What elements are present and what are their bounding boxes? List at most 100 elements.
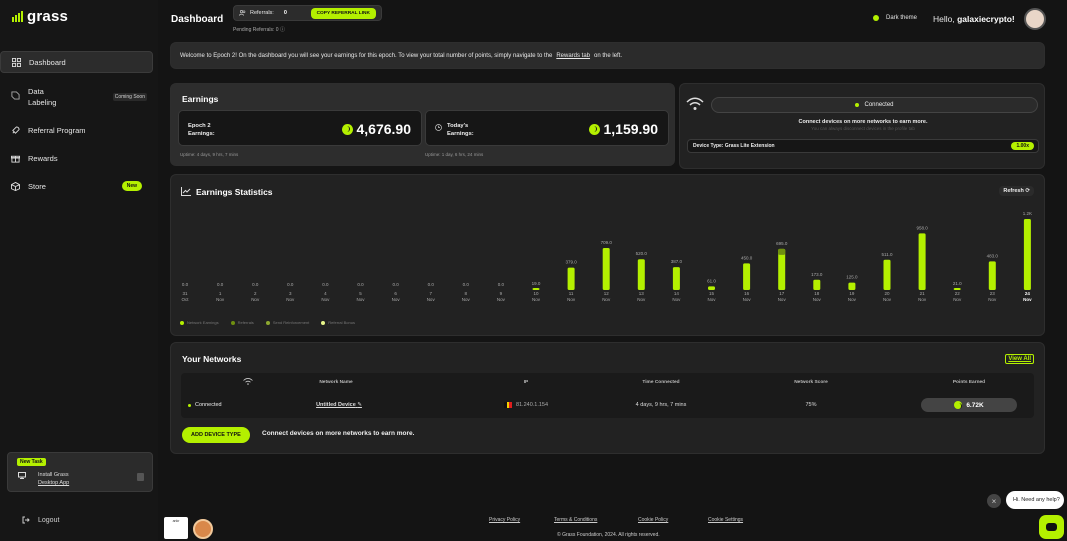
network-name[interactable]: Untitled Device ✎ [289, 402, 389, 408]
wifi-icon [243, 378, 253, 385]
grass-logo-icon [12, 11, 23, 22]
chart-bar[interactable] [778, 248, 786, 290]
chart-bar[interactable] [918, 233, 926, 290]
tag-icon [11, 91, 20, 100]
bar-value-label: 0.0 [322, 282, 329, 287]
add-device-message: Connect devices on more networks to earn… [262, 430, 415, 437]
today-value-text: 1,159.90 [603, 121, 659, 137]
status-dot-icon [188, 403, 191, 407]
rewards-tab-link[interactable]: Rewards tab [556, 53, 590, 59]
chart-bar[interactable] [1023, 219, 1031, 290]
legend-label: Referrals [237, 320, 254, 325]
chat-icon [1046, 523, 1057, 531]
x-tick-day: 13 [639, 291, 645, 296]
bar-value-label: 387.0 [671, 259, 683, 264]
welcome-text: Welcome to Epoch 2! On the dashboard you… [180, 52, 553, 59]
legend-item[interactable]: Referrals [230, 320, 254, 325]
chart-bar[interactable] [848, 282, 856, 290]
today-label-line1: Today's [447, 123, 469, 129]
add-device-type-button[interactable]: ADD DEVICE TYPE [182, 427, 250, 443]
legend-swatch [180, 320, 184, 325]
edit-icon[interactable]: ✎ [357, 402, 362, 408]
chart-bar[interactable] [567, 267, 575, 290]
connection-status-pill[interactable]: Connected [711, 97, 1038, 113]
chart-bar[interactable] [813, 279, 821, 290]
view-all-link[interactable]: View All [1005, 354, 1034, 364]
avatar[interactable] [1024, 8, 1046, 30]
x-tick-day: 22 [955, 291, 961, 296]
copyright: © Grass Foundation, 2024. All rights res… [557, 532, 660, 538]
chart-bar[interactable] [637, 259, 645, 290]
chart-bar[interactable] [708, 286, 715, 290]
username: galaxiecrypto! [957, 14, 1015, 24]
x-tick-month: Nov [743, 297, 752, 302]
column-header-ip: IP [523, 380, 529, 385]
status-dot-icon [855, 103, 860, 107]
grass-logo[interactable]: grass [12, 8, 68, 25]
multiplier-badge: 1.00x [1011, 142, 1034, 150]
sidebar-item-store[interactable]: Store New [0, 175, 153, 197]
trash-icon[interactable] [137, 473, 144, 481]
legend-label: Referral Bonus [328, 320, 355, 325]
x-tick-day: 16 [744, 291, 750, 296]
close-help-button[interactable]: × [987, 494, 1001, 508]
sidebar-item-referral-program[interactable]: Referral Program [0, 119, 153, 141]
x-tick-day: 12 [604, 291, 610, 296]
bar-value-label: 0.0 [357, 282, 364, 287]
x-tick-month: Nov [637, 297, 646, 302]
legend-item[interactable]: Send Reinforcement [265, 320, 310, 325]
x-tick-day: 14 [674, 291, 680, 296]
copy-referral-link-button[interactable]: COPY REFERRAL LINK [310, 7, 376, 19]
chart-bar[interactable] [988, 261, 996, 290]
bar-value-label: 0.0 [252, 282, 259, 287]
cookie-policy-link[interactable]: Cookie Policy [638, 517, 668, 523]
theme-toggle[interactable]: Dark theme [873, 15, 917, 21]
sidebar-item-dashboard[interactable]: Dashboard [0, 51, 153, 73]
info-icon[interactable]: ⓘ [280, 27, 285, 33]
task-link[interactable]: Desktop App [38, 480, 69, 486]
epoch-earnings-box: Epoch 2 Earnings: 4,676.90 [178, 110, 422, 146]
chart-bar[interactable] [883, 259, 891, 290]
chart-bar[interactable] [953, 288, 961, 290]
chart-bar[interactable] [672, 267, 680, 290]
new-task-card[interactable]: New Task Install Grass Desktop App [7, 452, 153, 492]
help-bubble[interactable]: Hi. Need any help? [1006, 491, 1064, 509]
chart-bar[interactable] [532, 288, 540, 290]
today-earnings-label: Today's Earnings: [447, 122, 474, 138]
welcome-suffix: on the left. [594, 52, 623, 59]
ankr-badge[interactable]: ankr [164, 517, 188, 539]
audit-seal-badge[interactable] [193, 519, 213, 539]
x-tick-month: Nov [497, 297, 506, 302]
theme-dot-icon [873, 15, 879, 21]
x-tick-month: Nov [321, 297, 330, 302]
sidebar-item-rewards[interactable]: Rewards [0, 147, 153, 169]
today-label-line2: Earnings: [447, 131, 474, 137]
x-tick-month: Oct [181, 297, 189, 302]
brand-name: grass [27, 8, 69, 25]
terms-link[interactable]: Terms & Conditions [554, 517, 597, 523]
logout-button[interactable]: Logout [22, 516, 59, 524]
chart-bar[interactable] [743, 263, 751, 290]
x-tick-month: Nov [953, 297, 962, 302]
legend-label: Send Reinforcement [272, 320, 310, 325]
legend-item[interactable]: Network Earnings [180, 320, 219, 325]
chart-bar-segment[interactable] [778, 248, 786, 255]
earnings-statistics-card: Earnings Statistics Refresh ⟳ 0.0 31 Oct 0.… [170, 174, 1045, 336]
x-tick-month: Nov [672, 297, 681, 302]
cookie-settings-link[interactable]: Cookie Settings [708, 517, 743, 523]
sidebar: grass Dashboard Data Labeling Coming Soo… [0, 0, 158, 541]
epoch-earnings-value: 4,676.90 [341, 121, 411, 137]
privacy-policy-link[interactable]: Privacy Policy [489, 517, 520, 523]
sidebar-item-data-labeling[interactable]: Data Labeling Coming Soon [0, 84, 153, 108]
bar-value-label: 21.0 [953, 281, 962, 286]
x-tick-month: Nov [883, 297, 892, 302]
chart-bar[interactable] [602, 248, 610, 290]
x-tick-day: 11 [569, 291, 574, 296]
referral-box: Referrals: 0 COPY REFERRAL LINK [233, 5, 382, 21]
clock-icon [435, 124, 442, 131]
connection-subtext: You can always disconnect devices in the… [811, 126, 915, 131]
legend-swatch [230, 320, 235, 325]
pending-referrals: Pending Referrals: 0 ⓘ [233, 26, 285, 33]
chat-button[interactable] [1039, 515, 1064, 539]
legend-item[interactable]: Referral Bonus [321, 320, 355, 325]
